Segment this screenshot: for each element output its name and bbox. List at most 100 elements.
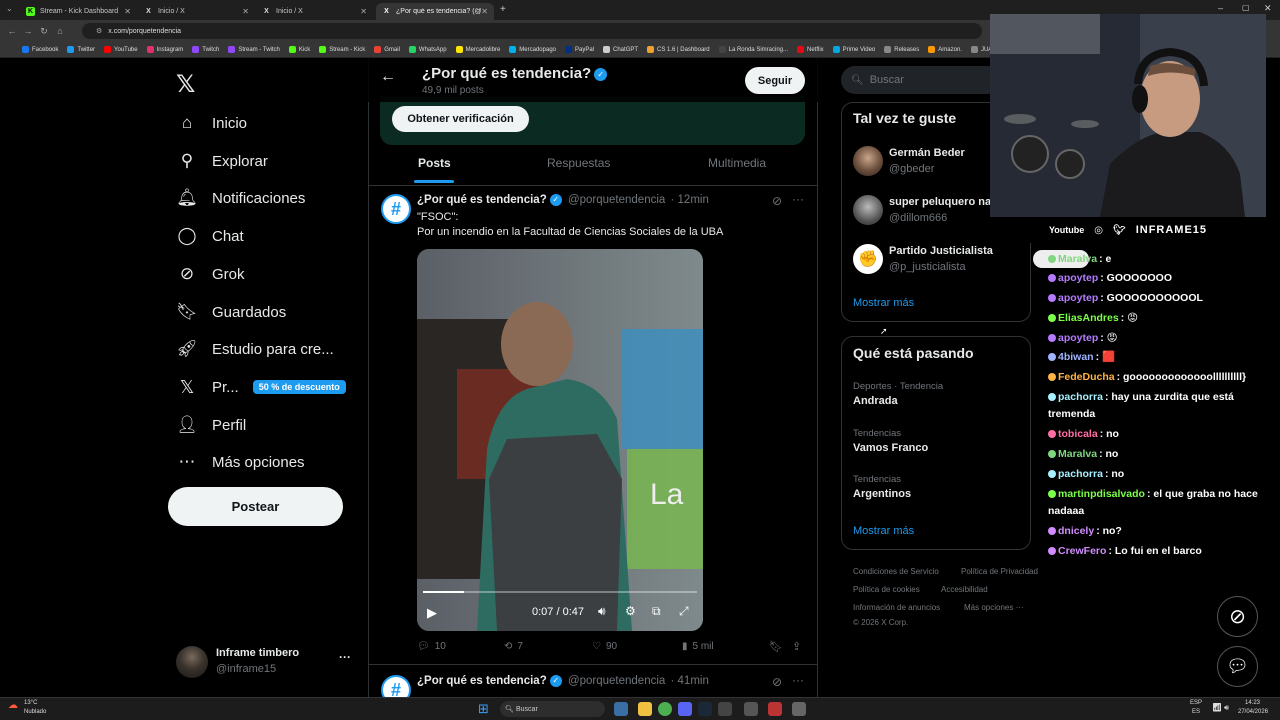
nav-item-explorar[interactable]: ⚲ Explorar bbox=[176, 146, 268, 176]
trend-title[interactable]: Argentinos bbox=[853, 488, 911, 500]
get-verified-button[interactable]: Obtener verificación bbox=[392, 106, 529, 132]
bookmark-item[interactable]: Amazon. bbox=[928, 46, 962, 53]
tweet-author-handle[interactable]: @porquetendencia bbox=[568, 675, 665, 687]
weather-icon[interactable]: ☁ bbox=[8, 700, 18, 711]
app-icon[interactable] bbox=[792, 702, 806, 716]
suggestion-name[interactable]: Partido Justicialista bbox=[889, 245, 993, 257]
home-browser-icon[interactable]: ⌂ bbox=[52, 26, 68, 36]
trend-title[interactable]: Vamos Franco bbox=[853, 442, 928, 454]
bookmark-item[interactable]: WhatsApp bbox=[408, 46, 447, 53]
bookmark-item[interactable]: Mercadolibre bbox=[455, 46, 500, 53]
back-icon[interactable]: ← bbox=[4, 26, 20, 36]
suggestion-name[interactable]: Germán Beder bbox=[889, 147, 965, 159]
volume-tray-icon[interactable]: 🔊︎ bbox=[1224, 703, 1229, 713]
maximize-icon[interactable]: ▢ bbox=[1242, 3, 1250, 12]
browser-tab-inicio-1[interactable]: X Inicio / X ✕ bbox=[138, 3, 255, 20]
nav-item-guardados[interactable]: 🔖︎ Guardados bbox=[176, 297, 286, 327]
repost-button[interactable]: ⟲ 7 bbox=[504, 641, 523, 652]
bookmark-item[interactable]: Kick bbox=[288, 46, 310, 53]
discord-icon[interactable] bbox=[678, 702, 692, 716]
tweet-author-name[interactable]: ¿Por qué es tendencia? bbox=[417, 194, 547, 206]
search-input[interactable]: 🔍︎ Buscar bbox=[841, 66, 1001, 94]
wifi-icon[interactable]: 📶︎ bbox=[1212, 703, 1222, 712]
forward-icon[interactable]: → bbox=[20, 26, 36, 36]
video-progress-track[interactable] bbox=[423, 591, 697, 593]
minimize-icon[interactable]: – bbox=[1218, 3, 1223, 13]
bookmark-item[interactable]: Gmail bbox=[374, 46, 400, 53]
app-icon[interactable] bbox=[744, 702, 758, 716]
grok-floating-button[interactable]: ⊘ bbox=[1217, 596, 1258, 637]
chat-floating-button[interactable]: 💬︎ bbox=[1217, 646, 1258, 687]
tweet-time[interactable]: · 41min bbox=[671, 675, 709, 687]
tweet-time[interactable]: · 12min bbox=[671, 194, 709, 206]
tweet-author-handle[interactable]: @porquetendencia bbox=[568, 194, 665, 206]
footer-link[interactable]: Más opciones ··· bbox=[964, 603, 1024, 612]
tweet-avatar[interactable]: # bbox=[381, 194, 411, 224]
bookmark-icon[interactable]: 🔖︎ bbox=[769, 640, 783, 653]
views-button[interactable]: ▮ 5 mil bbox=[682, 641, 714, 652]
footer-link[interactable]: Política de cookies bbox=[853, 585, 920, 594]
footer-link[interactable]: Condiciones de Servicio bbox=[853, 567, 939, 576]
back-arrow-icon[interactable]: ← bbox=[380, 68, 396, 86]
url-bar[interactable]: ⚙ x.com/porquetendencia bbox=[82, 23, 982, 39]
nav-item-inicio[interactable]: ⌂ Inicio bbox=[176, 108, 247, 138]
footer-link[interactable]: Política de Privacidad bbox=[961, 567, 1038, 576]
avatar[interactable] bbox=[853, 195, 883, 225]
volume-icon[interactable]: 🔊︎ bbox=[598, 604, 606, 619]
bookmark-item[interactable]: Stream - Twitch bbox=[228, 46, 280, 53]
suggestion-name[interactable]: super peluquero na bbox=[889, 196, 991, 208]
settings-gear-icon[interactable]: ⚙ bbox=[625, 604, 636, 618]
input-language[interactable]: ESP bbox=[1190, 700, 1202, 706]
show-more-link[interactable]: Mostrar más bbox=[853, 297, 914, 309]
task-view-icon[interactable] bbox=[614, 702, 628, 716]
browser-tab-active[interactable]: X ¿Por qué es tendencia? (@porq...✕ bbox=[376, 3, 494, 20]
bookmark-item[interactable]: Instagram bbox=[146, 46, 183, 53]
bookmark-item[interactable]: PayPal bbox=[565, 46, 594, 53]
account-switcher[interactable]: Inframe timbero @inframe15 ··· bbox=[176, 646, 356, 682]
browser-tab-inicio-2[interactable]: X Inicio / X ✕ bbox=[256, 3, 373, 20]
account-more-icon[interactable]: ··· bbox=[339, 650, 351, 664]
bookmark-item[interactable]: Prime Video bbox=[832, 46, 875, 53]
bookmark-item[interactable]: CS 1.6 | Dashboard bbox=[647, 46, 710, 53]
reload-icon[interactable]: ↻ bbox=[36, 26, 52, 37]
clock-time[interactable]: 14:23 bbox=[1245, 700, 1260, 706]
window-close-icon[interactable]: ✕ bbox=[1264, 3, 1272, 14]
trend-title[interactable]: Andrada bbox=[853, 395, 898, 407]
close-tab-icon[interactable]: ✕ bbox=[124, 7, 131, 16]
tab-respuestas[interactable]: Respuestas bbox=[547, 156, 610, 170]
bookmark-item[interactable]: Twitter bbox=[67, 46, 95, 53]
tweet-author-name[interactable]: ¿Por qué es tendencia? bbox=[417, 675, 547, 687]
play-icon[interactable]: ▶ bbox=[427, 605, 437, 621]
nav-item-perfil[interactable]: 👤︎ Perfil bbox=[176, 410, 246, 440]
bookmark-item[interactable]: Twitch bbox=[192, 46, 219, 53]
site-info-icon[interactable]: ⚙ bbox=[96, 27, 102, 35]
share-icon[interactable]: ⇪ bbox=[792, 640, 801, 653]
nav-item-grok[interactable]: ⊘ Grok bbox=[176, 259, 245, 289]
bookmark-item[interactable]: YouTube bbox=[104, 46, 138, 53]
tweet-more-icon[interactable]: ··· bbox=[792, 673, 804, 687]
nav-item-notificaciones[interactable]: 🔔︎ Notificaciones bbox=[176, 183, 305, 213]
close-tab-icon[interactable]: ✕ bbox=[360, 7, 367, 16]
close-tab-icon[interactable]: ✕ bbox=[242, 7, 249, 16]
show-more-trends-link[interactable]: Mostrar más bbox=[853, 525, 914, 537]
nav-item-más-opciones[interactable]: ⋯ Más opciones bbox=[176, 447, 305, 477]
footer-link[interactable]: Accesibilidad bbox=[941, 585, 988, 594]
tab-posts[interactable]: Posts bbox=[418, 156, 451, 170]
tweet-video[interactable]: La ▶ 0:07 / 0:47 🔊︎ ⚙ ⧉ ⤢ bbox=[417, 249, 703, 631]
like-button[interactable]: ♡ 90 bbox=[592, 641, 617, 652]
bookmark-item[interactable]: Releases bbox=[884, 46, 919, 53]
bookmark-item[interactable]: Facebook bbox=[22, 46, 58, 53]
avatar[interactable] bbox=[853, 146, 883, 176]
new-tab-icon[interactable]: + bbox=[500, 4, 506, 15]
reply-button[interactable]: 💬︎ 10 bbox=[417, 641, 446, 652]
x-logo-icon[interactable]: 𝕏 bbox=[176, 70, 195, 99]
nav-item-pr[interactable]: 𝕏 Pr... 50 % de descuento bbox=[176, 372, 346, 402]
follow-button[interactable]: Seguir bbox=[745, 67, 805, 94]
taskbar-search[interactable]: 🔍︎ Buscar bbox=[500, 701, 605, 717]
bookmark-item[interactable]: ChatGPT bbox=[603, 46, 638, 53]
picture-in-picture-icon[interactable]: ⧉ bbox=[652, 604, 661, 619]
bookmark-item[interactable]: Mercadopago bbox=[509, 46, 556, 53]
tweet-more-icon[interactable]: ··· bbox=[792, 192, 804, 206]
windows-start-icon[interactable]: ⊞ bbox=[478, 701, 489, 717]
tab-list-icon[interactable]: ⌄ bbox=[6, 4, 13, 13]
